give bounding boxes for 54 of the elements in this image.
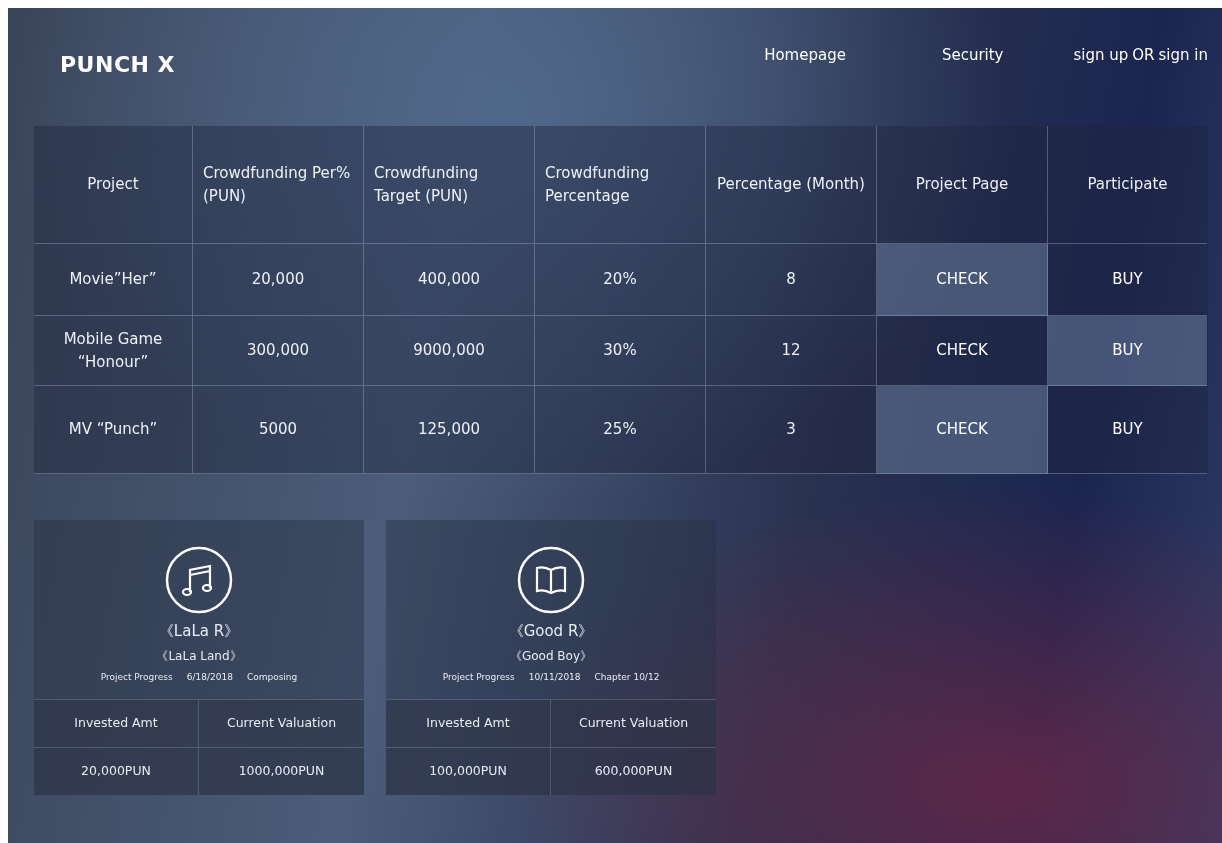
buy-button[interactable]: BUY <box>1048 316 1207 386</box>
stat-value: 20,000PUN <box>34 747 199 795</box>
stat-label: Current Valuation <box>199 699 364 747</box>
table-cell: 5000 <box>193 386 364 474</box>
table-cell: 3 <box>706 386 877 474</box>
sign-in-link[interactable]: sign in <box>1158 44 1208 126</box>
book-icon <box>517 546 585 614</box>
stat-value: 1000,000PUN <box>199 747 364 795</box>
progress-label: Project Progress <box>100 670 173 684</box>
column-header: Project <box>34 126 193 244</box>
brand-logo: PUNCH X <box>60 51 176 79</box>
column-header: Participate <box>1048 126 1207 244</box>
stat-value: 600,000PUN <box>551 747 716 795</box>
column-header: Percentage (Month) <box>706 126 877 244</box>
table-cell: 9000,000 <box>364 316 535 386</box>
music-note-icon <box>165 546 233 614</box>
table-cell: MV “Punch” <box>34 386 193 474</box>
nav-link[interactable]: Homepage <box>764 44 846 126</box>
nav-link[interactable]: Security <box>941 44 1004 126</box>
check-button[interactable]: CHECK <box>877 316 1048 386</box>
table-cell: 300,000 <box>193 316 364 386</box>
progress-stage: Composing <box>246 670 298 684</box>
table-cell: Mobile Game “Honour” <box>34 316 193 386</box>
buy-button[interactable]: BUY <box>1048 244 1207 316</box>
progress-label: Project Progress <box>442 670 515 684</box>
stat-label: Invested Amt <box>34 699 199 747</box>
table-cell: 12 <box>706 316 877 386</box>
stat-value: 100,000PUN <box>386 747 551 795</box>
column-header: Project Page <box>877 126 1048 244</box>
table-cell: 400,000 <box>364 244 535 316</box>
progress-date: 6/18/2018 <box>186 670 233 684</box>
card-title: 《LaLa R》 <box>157 621 241 642</box>
buy-button[interactable]: BUY <box>1048 386 1207 474</box>
progress-stage: Chapter 10/12 <box>594 670 660 684</box>
table-cell: 8 <box>706 244 877 316</box>
table-cell: 20% <box>535 244 706 316</box>
table-cell: Movie”Her” <box>34 244 193 316</box>
table-cell: 25% <box>535 386 706 474</box>
column-header: Crowdfunding Per%(PUN) <box>193 126 364 244</box>
table-cell: 20,000 <box>193 244 364 316</box>
column-header: Crowdfunding Percentage <box>535 126 706 244</box>
separator-text: OR <box>1132 45 1155 66</box>
stat-label: Invested Amt <box>386 699 551 747</box>
card-title: 《Good R》 <box>507 621 595 642</box>
card-subtitle: 《Good Boy》 <box>508 647 594 665</box>
table-cell: 30% <box>535 316 706 386</box>
check-button[interactable]: CHECK <box>877 244 1048 316</box>
progress-date: 10/11/2018 <box>528 670 581 684</box>
table-cell: 125,000 <box>364 386 535 474</box>
check-button[interactable]: CHECK <box>877 386 1048 474</box>
card-subtitle: 《LaLa Land》 <box>155 647 243 665</box>
sign-up-link[interactable]: sign up <box>1073 44 1129 126</box>
column-header: Crowdfunding Target (PUN) <box>364 126 535 244</box>
stat-label: Current Valuation <box>551 699 716 747</box>
